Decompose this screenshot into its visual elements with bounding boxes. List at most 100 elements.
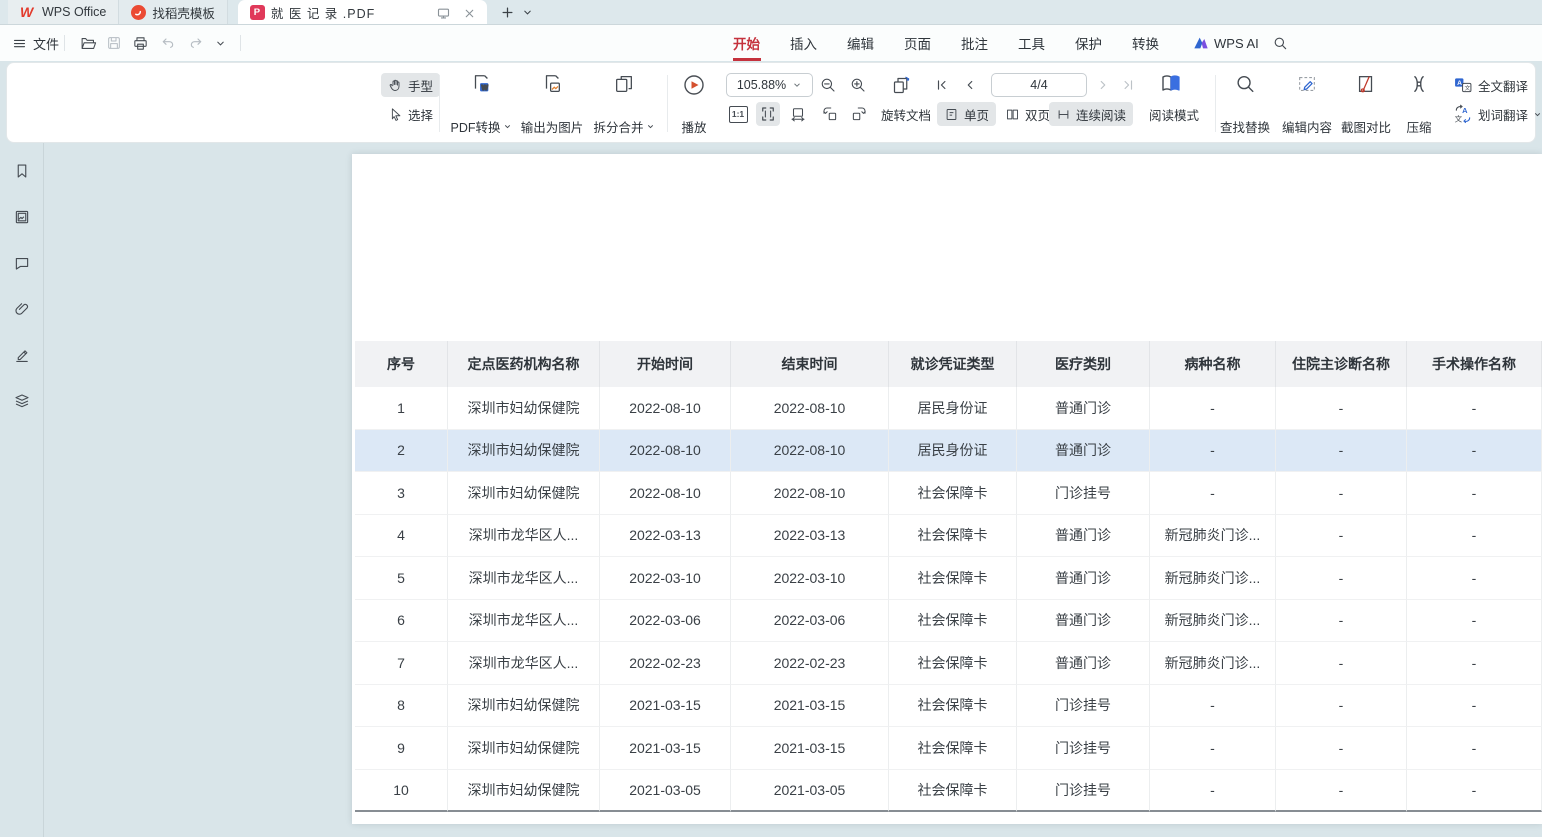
table-cell: - xyxy=(1150,727,1276,770)
single-page-view-button[interactable]: 单页 xyxy=(937,102,996,126)
pdf-convert-button[interactable]: W PDF转换 xyxy=(446,71,516,138)
menu-tab-tools[interactable]: 工具 xyxy=(1018,25,1045,61)
table-cell: 深圳市妇幼保健院 xyxy=(448,472,600,515)
attachment-panel-icon[interactable] xyxy=(10,297,34,321)
full-text-translate-label: 全文翻译 xyxy=(1478,76,1528,95)
read-mode-icon[interactable] xyxy=(1157,71,1185,95)
new-tab-icon[interactable] xyxy=(497,2,517,22)
svg-text:A: A xyxy=(1457,80,1462,87)
window-tab-bar: W WPS Office 找稻壳模板 P 就 医 记 录 .PDF xyxy=(0,0,1542,25)
hand-tool-button[interactable]: 手型 xyxy=(381,73,440,97)
svg-text:W: W xyxy=(20,5,35,19)
table-cell: - xyxy=(1150,472,1276,515)
bookmark-panel-icon[interactable] xyxy=(10,159,34,183)
open-file-button[interactable] xyxy=(76,32,100,54)
enter-workspace-monitor-icon[interactable] xyxy=(433,3,453,23)
split-merge-button[interactable]: 拆分合并 xyxy=(587,71,661,138)
chevron-down-icon xyxy=(503,122,512,131)
table-cell: 2021-03-05 xyxy=(600,770,731,813)
table-cell: - xyxy=(1407,515,1542,558)
select-tool-button[interactable]: 选择 xyxy=(381,102,440,126)
thumbnail-panel-icon[interactable] xyxy=(10,205,34,229)
double-page-label: 双页 xyxy=(1025,105,1050,124)
header-cell: 定点医药机构名称 xyxy=(448,341,600,387)
tab-document-pdf[interactable]: P 就 医 记 录 .PDF xyxy=(238,0,487,24)
wps-ai-button[interactable]: WPS AI xyxy=(1193,32,1259,54)
first-page-button[interactable] xyxy=(930,73,954,97)
menubar-search-icon[interactable] xyxy=(1268,32,1292,54)
print-button[interactable] xyxy=(128,32,152,54)
redo-button[interactable] xyxy=(184,32,208,54)
table-cell: 深圳市龙华区人... xyxy=(448,600,600,643)
table-cell: 深圳市龙华区人... xyxy=(448,515,600,558)
chevron-down-icon xyxy=(1533,110,1542,119)
rotate-right-button[interactable] xyxy=(847,102,871,126)
document-canvas[interactable]: 序号定点医药机构名称开始时间结束时间就诊凭证类型医疗类别病种名称住院主诊断名称手… xyxy=(45,143,1542,837)
comment-panel-icon[interactable] xyxy=(10,251,34,275)
menu-tab-protect[interactable]: 保护 xyxy=(1075,25,1102,61)
previous-page-button[interactable] xyxy=(958,73,982,97)
table-cell: 深圳市妇幼保健院 xyxy=(448,770,600,813)
close-tab-icon[interactable] xyxy=(459,3,479,23)
zoom-level-input[interactable]: 105.88% xyxy=(726,73,813,97)
full-text-translate-button[interactable]: A文 全文翻译 xyxy=(1453,75,1528,95)
tab-docer-templates[interactable]: 找稻壳模板 xyxy=(119,0,228,24)
table-cell: 2022-03-10 xyxy=(731,557,889,600)
export-as-image-button[interactable]: 输出为图片 xyxy=(515,71,589,138)
table-cell: - xyxy=(1150,387,1276,430)
fit-width-button[interactable] xyxy=(786,102,810,126)
menu-tab-edit[interactable]: 编辑 xyxy=(847,25,874,61)
hand-icon xyxy=(388,78,403,93)
table-cell: 门诊挂号 xyxy=(1017,685,1150,728)
ribbon-toolbar: 手型 选择 W PDF转换 输出为图片 拆分合并 播放 105.88% xyxy=(6,62,1536,143)
layers-panel-icon[interactable] xyxy=(10,389,34,413)
continuous-reading-button[interactable]: 连续阅读 xyxy=(1049,102,1133,126)
last-page-button[interactable] xyxy=(1116,73,1140,97)
export-image-icon xyxy=(541,73,563,95)
actual-size-button[interactable]: 1:1 xyxy=(726,102,750,126)
zoom-out-button[interactable] xyxy=(816,73,840,97)
fit-page-button[interactable] xyxy=(756,102,780,126)
read-mode-button[interactable]: 阅读模式 xyxy=(1145,102,1203,126)
table-cell: 3 xyxy=(355,472,448,515)
undo-button[interactable] xyxy=(156,32,180,54)
compress-button[interactable]: 压缩 xyxy=(1391,71,1447,138)
table-cell: 2021-03-15 xyxy=(600,727,731,770)
chevron-down-icon xyxy=(646,122,655,131)
wps-ai-label: WPS AI xyxy=(1214,36,1259,51)
menu-tab-insert[interactable]: 插入 xyxy=(790,25,817,61)
zoom-in-button[interactable] xyxy=(846,73,870,97)
table-cell: 普通门诊 xyxy=(1017,387,1150,430)
menu-tab-page[interactable]: 页面 xyxy=(904,25,931,61)
header-cell: 就诊凭证类型 xyxy=(889,341,1017,387)
rotate-document-button[interactable]: 旋转文档 xyxy=(881,102,931,126)
menu-tab-comment[interactable]: 批注 xyxy=(961,25,988,61)
menu-tab-convert[interactable]: 转换 xyxy=(1132,25,1159,61)
save-button[interactable] xyxy=(102,32,126,54)
pdf-page[interactable]: 序号定点医药机构名称开始时间结束时间就诊凭证类型医疗类别病种名称住院主诊断名称手… xyxy=(352,154,1542,824)
edit-content-label: 编辑内容 xyxy=(1282,117,1332,136)
table-cell: 社会保障卡 xyxy=(889,600,1017,643)
table-cell: - xyxy=(1407,472,1542,515)
table-cell: - xyxy=(1407,557,1542,600)
rotate-left-button[interactable] xyxy=(818,102,842,126)
screenshot-compare-icon xyxy=(1355,73,1377,95)
table-cell: 新冠肺炎门诊... xyxy=(1150,515,1276,558)
toolbar-more-chevron-icon[interactable] xyxy=(208,32,232,54)
menu-tab-home[interactable]: 开始 xyxy=(733,25,760,61)
signature-panel-icon[interactable] xyxy=(10,343,34,367)
tab-list-chevron-icon[interactable] xyxy=(517,2,537,22)
play-slideshow-button[interactable]: 播放 xyxy=(670,71,718,138)
word-translate-button[interactable]: A文 划词翻译 xyxy=(1453,104,1542,124)
compress-icon xyxy=(1408,73,1430,95)
organize-pages-button[interactable] xyxy=(889,73,913,97)
next-page-button[interactable] xyxy=(1091,73,1115,97)
split-merge-icon xyxy=(613,73,635,95)
tab-wps-office[interactable]: W WPS Office xyxy=(8,0,119,24)
select-tool-label: 选择 xyxy=(408,105,433,124)
table-cell: - xyxy=(1150,430,1276,473)
table-cell: 2022-03-13 xyxy=(600,515,731,558)
file-menu-button[interactable]: 文件 xyxy=(12,32,59,54)
header-cell: 结束时间 xyxy=(731,341,889,387)
page-number-input[interactable]: 4/4 xyxy=(991,73,1087,97)
